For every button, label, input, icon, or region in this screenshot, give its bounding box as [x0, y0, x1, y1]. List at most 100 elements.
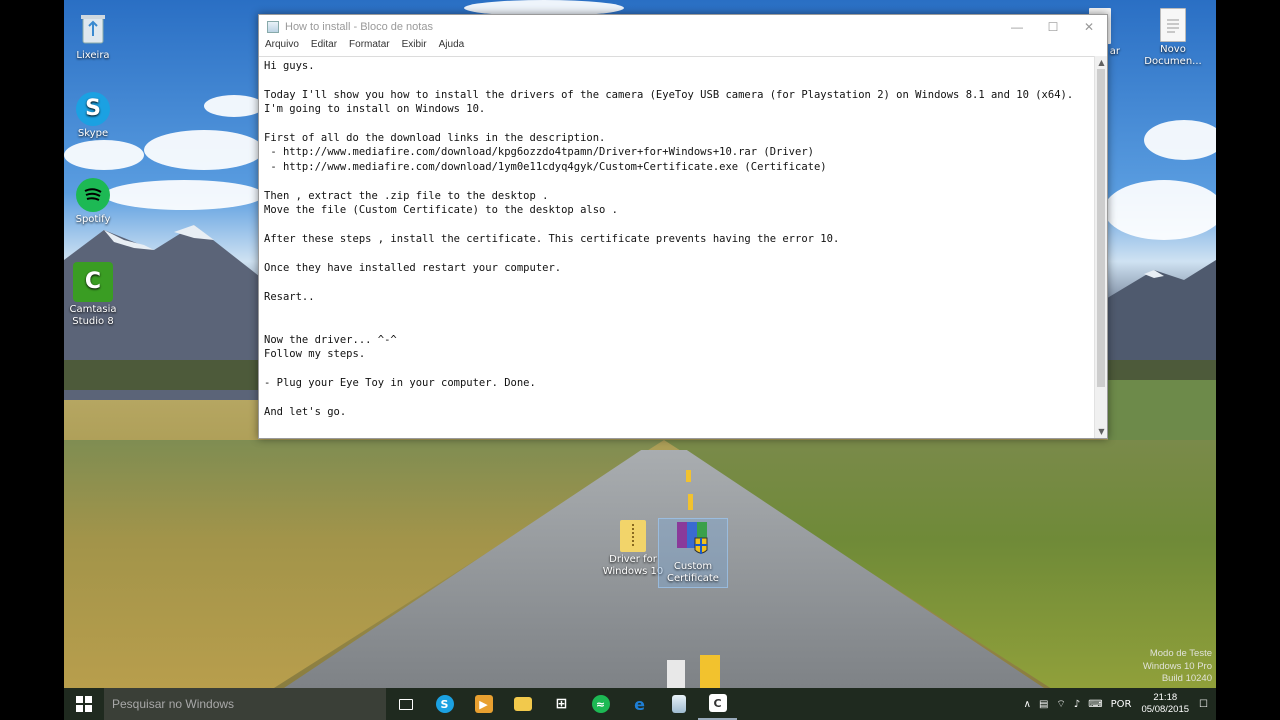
clock-time: 21:18 [1153, 692, 1178, 703]
desktop-icon-label: Camtasia Studio 8 [69, 304, 117, 327]
edge-icon: e [634, 694, 645, 714]
camtasia-icon: C [73, 262, 113, 302]
text-line: Once they have installed restart your co… [264, 261, 562, 274]
notepad-icon [671, 695, 686, 713]
close-button[interactable]: ✕ [1071, 15, 1107, 39]
task-view-button[interactable] [386, 688, 425, 720]
text-line: Now the driver... ^-^ [264, 333, 397, 346]
text-line: Hi guys. [264, 60, 315, 72]
desktop-icon-custom-certificate[interactable]: Custom Certificate [658, 518, 728, 588]
text-line: Resart.. [264, 290, 315, 303]
skype-icon: S [435, 695, 454, 713]
keyboard-icon[interactable]: ⌨ [1088, 699, 1102, 710]
desktop-icon-spotify[interactable]: Spotify [64, 178, 128, 226]
skype-icon: S [76, 92, 110, 126]
winrar-shield-icon [673, 519, 713, 559]
taskbar-notepad[interactable] [659, 688, 698, 720]
desktop-icon-camtasia[interactable]: C Camtasia Studio 8 [64, 262, 128, 328]
text-line [264, 73, 1089, 87]
desktop-icon-label: Skype [77, 128, 109, 139]
taskbar-skype[interactable]: S [425, 688, 464, 720]
text-line: Then , extract the .zip file to the desk… [264, 189, 549, 202]
camtasia-icon: C [708, 694, 727, 712]
menu-exibir[interactable]: Exibir [402, 39, 427, 55]
text-line: - http://www.mediafire.com/download/kpg6… [264, 146, 814, 159]
watermark-line: Modo de Teste [1149, 648, 1212, 659]
taskbar-edge[interactable]: e [620, 688, 659, 720]
text-line [264, 246, 1089, 260]
document-text: Hi guys. Today I'll show you how to inst… [264, 59, 1089, 419]
network-icon[interactable]: ▤ [1039, 699, 1048, 710]
menu-editar[interactable]: Editar [311, 39, 337, 55]
text-line [264, 275, 1089, 289]
text-line [264, 390, 1089, 404]
media-player-icon: ▶ [474, 695, 493, 713]
taskbar-spotify[interactable]: ≈ [581, 688, 620, 720]
maximize-button[interactable]: ☐ [1035, 15, 1071, 39]
text-line: And let's go. [264, 405, 347, 418]
text-line: - Plug your Eye Toy in your computer. Do… [264, 376, 536, 389]
text-line [264, 174, 1089, 188]
clock-date: 05/08/2015 [1141, 704, 1190, 715]
screen: Lixeira S Skype Spotify C Camtasia Studi… [0, 0, 1280, 720]
desktop-icon-label: Lixeira [76, 50, 110, 61]
desktop-icon-label: Spotify [75, 214, 111, 225]
document-icon [1160, 8, 1186, 42]
desktop-icon-novo-documento[interactable]: Novo Documen... [1138, 8, 1208, 68]
text-line: First of all do the download links in th… [264, 132, 606, 145]
text-line [264, 304, 1089, 318]
clock[interactable]: 21:18 05/08/2015 [1141, 692, 1189, 716]
task-view-icon [398, 698, 413, 710]
text-line [264, 362, 1089, 376]
taskbar: Pesquisar no Windows S ▶ ⊞ ≈ e C ∧ ▤ ⌔ ♪… [64, 688, 1216, 720]
spotify-icon: ≈ [591, 695, 610, 713]
text-editor[interactable]: Hi guys. Today I'll show you how to inst… [259, 56, 1094, 438]
volume-icon[interactable]: ♪ [1074, 699, 1080, 710]
text-line: After these steps , install the certific… [264, 232, 840, 245]
taskbar-file-explorer[interactable] [503, 688, 542, 720]
chevron-up-icon[interactable]: ∧ [1024, 699, 1031, 710]
watermark-line: Build 10240 [1161, 673, 1212, 684]
text-line: Today I'll show you how to install the d… [264, 88, 1074, 101]
scroll-down-arrow-icon[interactable]: ▼ [1095, 425, 1108, 438]
spotify-icon [76, 178, 110, 212]
desktop-icon-label: Custom Certificate [667, 561, 719, 584]
search-placeholder: Pesquisar no Windows [112, 697, 235, 711]
text-line: I'm going to install on Windows 10. [264, 103, 486, 116]
text-line [264, 217, 1089, 231]
folder-zip-icon [620, 520, 646, 552]
folder-icon [513, 697, 532, 711]
system-tray: ∧ ▤ ⌔ ♪ ⌨ POR 21:18 05/08/2015 ☐ [1020, 688, 1216, 720]
start-button[interactable] [64, 688, 104, 720]
desktop-icon-skype[interactable]: S Skype [64, 92, 128, 140]
scroll-up-arrow-icon[interactable]: ▲ [1095, 56, 1108, 69]
title-bar[interactable]: How to install - Bloco de notas — ☐ ✕ [259, 15, 1107, 39]
notifications-icon[interactable]: ☐ [1199, 699, 1208, 710]
scroll-thumb[interactable] [1097, 69, 1105, 387]
menu-formatar[interactable]: Formatar [349, 39, 390, 55]
windows-logo-icon [76, 696, 92, 712]
test-mode-watermark: Modo de Teste Windows 10 Pro Build 10240 [1143, 648, 1212, 686]
notepad-icon [267, 21, 279, 33]
text-line: - http://www.mediafire.com/download/1ym0… [264, 160, 827, 173]
desktop-icon-label: Novo Documen... [1144, 44, 1202, 67]
menu-ajuda[interactable]: Ajuda [439, 39, 465, 55]
menu-bar: Arquivo Editar Formatar Exibir Ajuda [259, 39, 1107, 55]
menu-arquivo[interactable]: Arquivo [265, 39, 299, 55]
taskbar-camtasia[interactable]: C [698, 688, 737, 720]
text-line [264, 117, 1089, 131]
search-box[interactable]: Pesquisar no Windows [104, 688, 386, 720]
taskbar-media[interactable]: ▶ [464, 688, 503, 720]
text-line [264, 318, 1089, 332]
wifi-icon[interactable]: ⌔ [1056, 698, 1065, 711]
watermark-line: Windows 10 Pro [1142, 660, 1212, 672]
desktop-icon-recycle-bin[interactable]: Lixeira [64, 8, 128, 62]
notepad-window[interactable]: How to install - Bloco de notas — ☐ ✕ Ar… [258, 14, 1108, 439]
language-indicator[interactable]: POR [1111, 699, 1132, 710]
text-line: Move the file (Custom Certificate) to th… [264, 204, 619, 217]
taskbar-store[interactable]: ⊞ [542, 688, 581, 720]
vertical-scrollbar[interactable]: ▲ ▼ [1094, 56, 1107, 438]
recycle-bin-icon [73, 8, 113, 48]
text-line: Follow my steps. [264, 348, 366, 361]
minimize-button[interactable]: — [999, 15, 1035, 39]
